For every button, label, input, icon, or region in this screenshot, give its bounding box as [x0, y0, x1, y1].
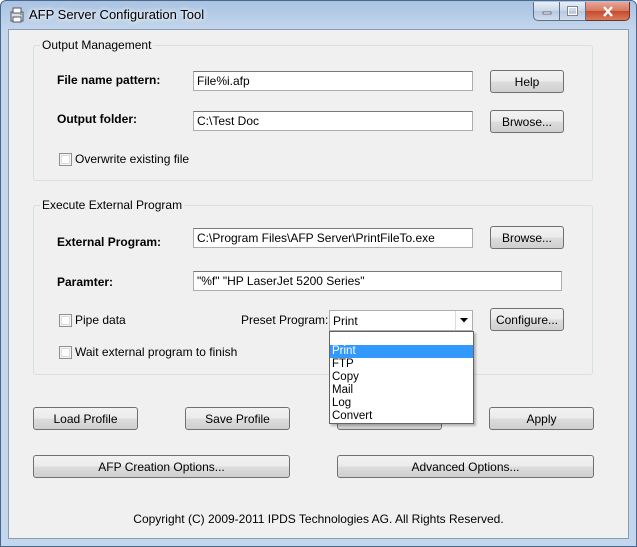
help-button[interactable]: Help — [490, 70, 564, 93]
minimize-button[interactable] — [533, 2, 560, 21]
caption-buttons — [533, 2, 630, 21]
configure-button-label: Configure... — [495, 312, 559, 327]
parameter-label: Paramter: — [57, 275, 114, 289]
output-folder-label: Output folder: — [57, 112, 137, 126]
pipe-data-label: Pipe data — [75, 313, 126, 327]
preset-option-mail[interactable]: Mail — [330, 384, 473, 397]
afp-creation-options-button[interactable]: AFP Creation Options... — [33, 455, 290, 478]
external-program-browse-label: Browse... — [501, 230, 552, 245]
output-folder-input[interactable]: C:\Test Doc — [193, 111, 473, 131]
output-folder-browse-label: Brwose... — [501, 114, 552, 129]
overwrite-label: Overwrite existing file — [75, 152, 190, 166]
advanced-options-label: Advanced Options... — [411, 459, 520, 474]
help-button-label: Help — [514, 74, 540, 89]
preset-option-print[interactable]: Print — [330, 345, 473, 358]
output-management-label: Output Management — [40, 38, 154, 52]
save-profile-button[interactable]: Save Profile — [185, 407, 290, 430]
maximize-button[interactable] — [560, 2, 586, 21]
pipe-data-checkbox[interactable] — [59, 314, 72, 327]
app-window: AFP Server Configuration Tool Output Man… — [0, 0, 637, 547]
apply-button[interactable]: Apply — [489, 407, 594, 430]
output-folder-browse-button[interactable]: Brwose... — [490, 110, 564, 133]
execute-external-label: Execute External Program — [40, 198, 185, 212]
save-profile-label: Save Profile — [205, 411, 270, 426]
wait-checkbox[interactable] — [59, 346, 72, 359]
window-title: AFP Server Configuration Tool — [29, 7, 205, 22]
preset-program-dropdown-list: Print FTP Copy Mail Log Convert — [329, 331, 474, 424]
configure-button[interactable]: Configure... — [490, 308, 564, 331]
close-icon — [602, 5, 613, 17]
afp-creation-options-label: AFP Creation Options... — [98, 459, 225, 474]
preset-option-copy[interactable]: Copy — [330, 371, 473, 384]
external-program-browse-button[interactable]: Browse... — [490, 226, 564, 249]
copyright-text: Copyright (C) 2009-2011 IPDS Technologie… — [133, 512, 504, 526]
overwrite-checkbox[interactable] — [59, 153, 72, 166]
parameter-input[interactable]: "%f" "HP LaserJet 5200 Series" — [193, 271, 562, 291]
load-profile-button[interactable]: Load Profile — [33, 407, 138, 430]
chevron-down-icon — [460, 318, 468, 323]
preset-option-log[interactable]: Log — [330, 397, 473, 410]
external-program-label: External Program: — [57, 235, 162, 249]
title-bar[interactable]: AFP Server Configuration Tool — [1, 1, 636, 29]
preset-program-select[interactable]: Print — [329, 310, 473, 331]
preset-option-empty[interactable] — [330, 332, 473, 345]
close-button[interactable] — [586, 2, 630, 21]
app-icon — [10, 7, 24, 23]
file-name-pattern-label: File name pattern: — [57, 73, 161, 87]
minimize-icon — [542, 11, 551, 15]
preset-program-label: Preset Program: — [241, 313, 329, 327]
maximize-icon — [567, 6, 578, 16]
preset-option-ftp[interactable]: FTP — [330, 358, 473, 371]
file-name-pattern-input[interactable]: File%i.afp — [193, 71, 473, 91]
load-profile-label: Load Profile — [53, 411, 118, 426]
dialog-client-area: Output Management File name pattern: Fil… — [8, 29, 629, 539]
external-program-input[interactable]: C:\Program Files\AFP Server\PrintFileTo.… — [193, 228, 473, 248]
advanced-options-button[interactable]: Advanced Options... — [337, 455, 594, 478]
preset-program-selected: Print — [333, 314, 358, 328]
preset-program-dropdown-button[interactable] — [455, 311, 472, 330]
preset-option-convert[interactable]: Convert — [330, 410, 473, 423]
apply-label: Apply — [526, 411, 557, 426]
wait-label: Wait external program to finish — [75, 345, 238, 359]
